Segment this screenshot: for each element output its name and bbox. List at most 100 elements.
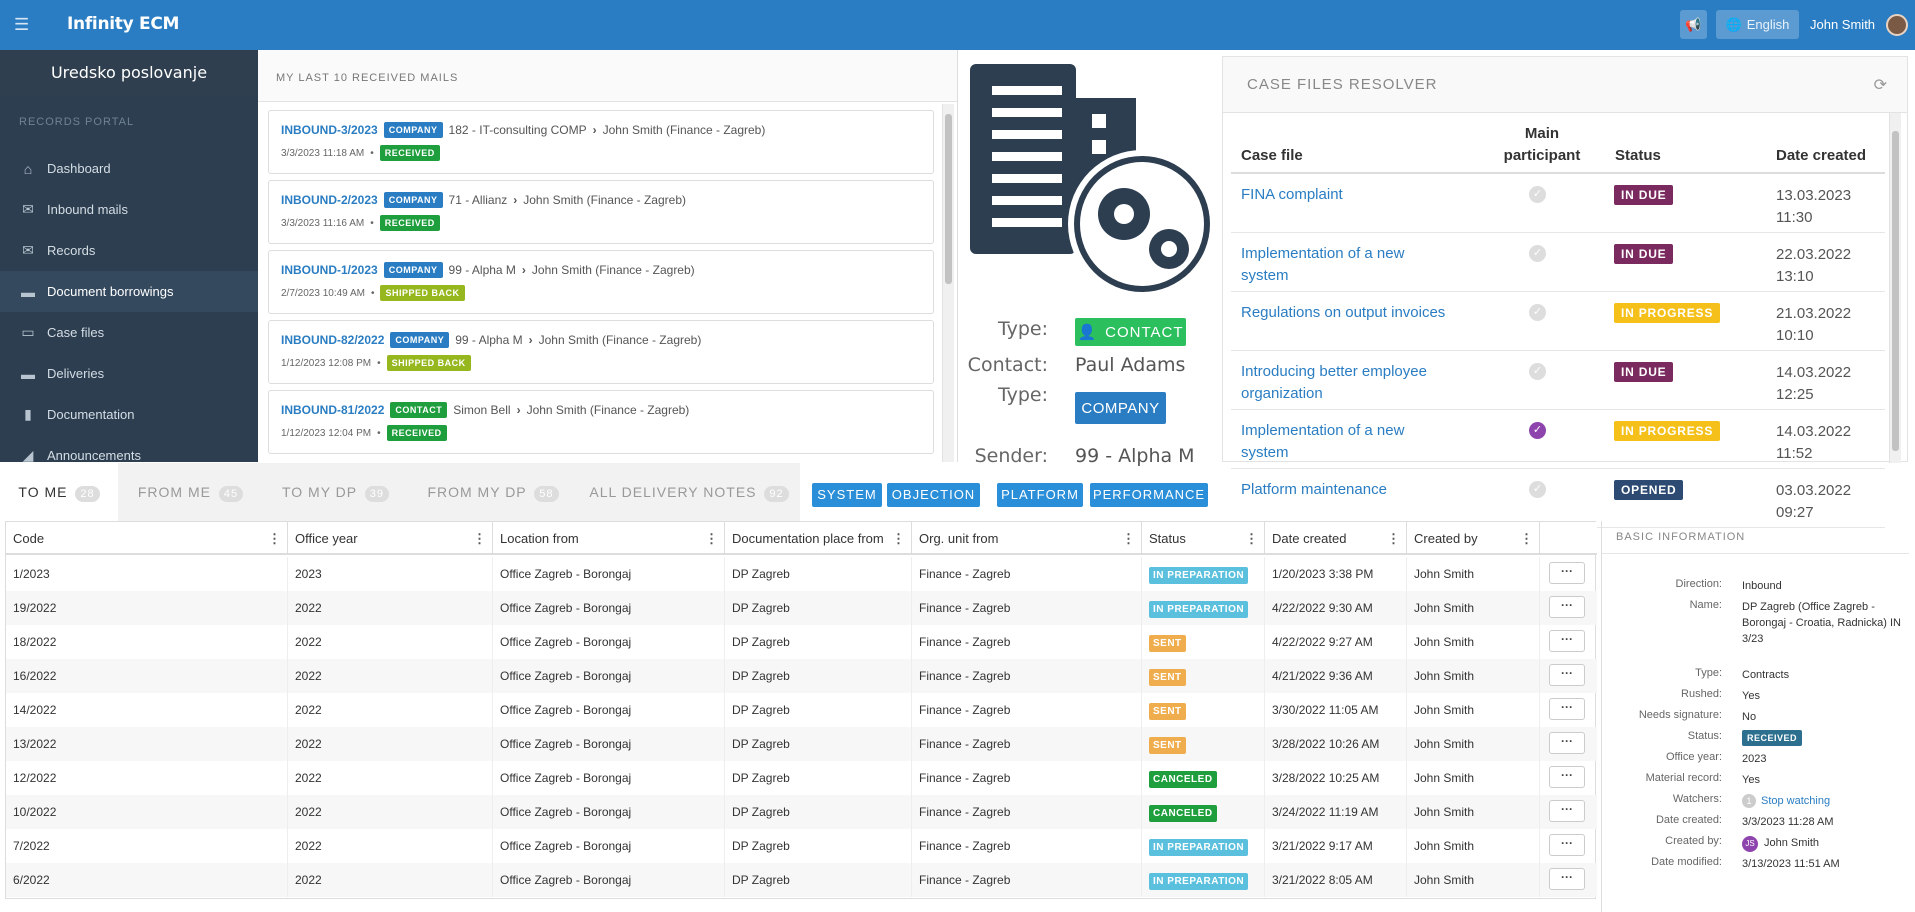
sidebar-item-deliveries[interactable]: ▬ Deliveries: [0, 353, 258, 394]
col-location-from[interactable]: Location from ⋮: [493, 522, 725, 555]
more-actions-button[interactable]: ···: [1549, 800, 1585, 822]
company-type-button[interactable]: COMPANY: [1075, 392, 1166, 424]
tab-count-badge: 39: [364, 486, 390, 502]
sidebar-item-inbound-mails[interactable]: ✉ Inbound mails: [0, 189, 258, 230]
scrollbar-thumb[interactable]: [945, 114, 952, 284]
column-menu-icon[interactable]: ⋮: [473, 522, 486, 555]
column-menu-icon[interactable]: ⋮: [705, 522, 718, 555]
more-actions-button[interactable]: ···: [1549, 698, 1585, 720]
tag-system[interactable]: SYSTEM: [812, 483, 882, 507]
more-actions-button[interactable]: ···: [1549, 834, 1585, 856]
resolver-row[interactable]: Introducing better employee organization…: [1231, 351, 1885, 410]
tab-to-me[interactable]: TO ME 28: [0, 463, 118, 521]
mail-line-1: INBOUND-3/2023 COMPANY 182 - IT-consulting…: [281, 121, 921, 139]
tab-from-my-dp[interactable]: FROM MY DP 58: [408, 463, 578, 521]
case-file-link[interactable]: Introducing better employee organization: [1241, 361, 1451, 405]
announcement-button[interactable]: 📢: [1680, 10, 1707, 39]
col-date-created[interactable]: Date created ⋮: [1265, 522, 1407, 555]
hamburger-menu-icon[interactable]: ☰: [14, 15, 32, 35]
refresh-icon[interactable]: ⟳: [1874, 75, 1887, 95]
more-actions-button[interactable]: ···: [1549, 766, 1585, 788]
sidebar-item-records[interactable]: ✉ Records: [0, 230, 258, 271]
case-file-link[interactable]: Implementation of a new system: [1241, 243, 1451, 287]
tag-objection[interactable]: OBJECTION: [887, 483, 980, 507]
column-menu-icon[interactable]: ⋮: [268, 522, 281, 555]
col-status[interactable]: Status ⋮: [1142, 522, 1265, 555]
mail-code-link[interactable]: INBOUND-2/2023: [281, 193, 378, 207]
mails-scrollbar[interactable]: [942, 104, 954, 462]
mail-item[interactable]: INBOUND-82/2022 COMPANY 99 - Alpha M › John …: [268, 320, 934, 384]
mail-code-link[interactable]: INBOUND-3/2023: [281, 123, 378, 137]
info-value: JS John Smith: [1742, 835, 1902, 852]
mail-item[interactable]: INBOUND-81/2022 CONTACT Simon Bell › John Sm…: [268, 390, 934, 454]
more-actions-button[interactable]: ···: [1549, 664, 1585, 686]
mail-code-link[interactable]: INBOUND-82/2022: [281, 333, 384, 347]
sidebar-item-case-files[interactable]: ▭ Case files: [0, 312, 258, 353]
cell-year: 2022: [288, 863, 493, 897]
table-row[interactable]: 12/2022 2022 Office Zagreb - Borongaj DP Za…: [6, 761, 1597, 795]
table-row[interactable]: 16/2022 2022 Office Zagreb - Borongaj DP Za…: [6, 659, 1597, 693]
mail-item[interactable]: INBOUND-1/2023 COMPANY 99 - Alpha M › John S…: [268, 250, 934, 314]
table-row[interactable]: 19/2022 2022 Office Zagreb - Borongaj DP Za…: [6, 591, 1597, 625]
user-name[interactable]: John Smith: [1810, 17, 1875, 32]
sidebar-item-documentation[interactable]: ▮ Documentation: [0, 394, 258, 435]
mail-code-link[interactable]: INBOUND-81/2022: [281, 403, 384, 417]
resolver-row[interactable]: Regulations on output invoices ✓ IN PROGRE…: [1231, 292, 1885, 351]
info-value: RECEIVED: [1742, 730, 1902, 746]
tab-to-my-dp[interactable]: TO MY DP 39: [263, 463, 408, 521]
date-value: 14.03.2022: [1776, 423, 1852, 440]
resolver-scrollbar[interactable]: [1889, 113, 1901, 463]
table-row[interactable]: 1/2023 2023 Office Zagreb - Borongaj DP Zag…: [6, 557, 1597, 591]
resolver-row[interactable]: FINA complaint ✓ IN DUE 13.03.2023 11:30: [1231, 174, 1885, 233]
brand-logo[interactable]: Infinity ECM: [67, 14, 179, 34]
case-file-link[interactable]: Implementation of a new system: [1241, 420, 1451, 464]
case-file-link[interactable]: Platform maintenance: [1241, 479, 1451, 501]
sidebar-item-dashboard[interactable]: ⌂ Dashboard: [0, 148, 258, 189]
cell-loc: Office Zagreb - Borongaj: [493, 795, 725, 829]
language-button[interactable]: 🌐 English: [1716, 10, 1799, 39]
stop-watching-link[interactable]: Stop watching: [1761, 795, 1830, 807]
table-row[interactable]: 6/2022 2022 Office Zagreb - Borongaj DP Zag…: [6, 863, 1597, 897]
sidebar-item-document-borrowings[interactable]: ▬ Document borrowings: [0, 271, 258, 312]
table-row[interactable]: 14/2022 2022 Office Zagreb - Borongaj DP Za…: [6, 693, 1597, 727]
more-actions-button[interactable]: ···: [1549, 562, 1585, 584]
cell-code: 13/2022: [6, 727, 288, 761]
resolver-row[interactable]: Platform maintenance ✓ OPENED 03.03.2022 09:…: [1231, 469, 1885, 528]
col-code[interactable]: Code ⋮: [6, 522, 288, 555]
column-menu-icon[interactable]: ⋮: [1387, 522, 1400, 555]
col-created-by[interactable]: Created by ⋮: [1407, 522, 1540, 555]
more-actions-button[interactable]: ···: [1549, 732, 1585, 754]
tab-label: FROM MY DP: [427, 484, 527, 500]
resolver-row[interactable]: Implementation of a new system ✓ IN DUE 22.…: [1231, 233, 1885, 292]
tag-performance[interactable]: PERFORMANCE: [1090, 483, 1208, 507]
mail-code-link[interactable]: INBOUND-1/2023: [281, 263, 378, 277]
table-row[interactable]: 10/2022 2022 Office Zagreb - Borongaj DP Za…: [6, 795, 1597, 829]
mail-item[interactable]: INBOUND-2/2023 COMPANY 71 - Allianz › John S…: [268, 180, 934, 244]
resolver-row[interactable]: Implementation of a new system ✓ IN PROGRE…: [1231, 410, 1885, 469]
table-row[interactable]: 7/2022 2022 Office Zagreb - Borongaj DP Zag…: [6, 829, 1597, 863]
col-org-unit-from[interactable]: Org. unit from ⋮: [912, 522, 1142, 555]
more-actions-button[interactable]: ···: [1549, 596, 1585, 618]
status-badge: SENT: [1149, 737, 1186, 754]
scrollbar-thumb[interactable]: [1892, 131, 1899, 451]
case-file-link[interactable]: Regulations on output invoices: [1241, 302, 1451, 324]
more-actions-button[interactable]: ···: [1549, 868, 1585, 890]
more-actions-button[interactable]: ···: [1549, 630, 1585, 652]
mail-item[interactable]: INBOUND-3/2023 COMPANY 182 - IT-consulting…: [268, 110, 934, 174]
tag-platform[interactable]: PLATFORM: [997, 483, 1083, 507]
avatar[interactable]: [1886, 14, 1908, 36]
column-menu-icon[interactable]: ⋮: [1122, 522, 1135, 555]
column-menu-icon[interactable]: ⋮: [1245, 522, 1258, 555]
contact-type-button[interactable]: 👤 CONTACT: [1075, 318, 1186, 346]
tab-from-me[interactable]: FROM ME 45: [118, 463, 263, 521]
case-file-link[interactable]: FINA complaint: [1241, 184, 1451, 206]
cell-org: Finance - Zagreb: [912, 863, 1142, 897]
col-documentation-place-from[interactable]: Documentation place from ⋮: [725, 522, 912, 555]
column-menu-icon[interactable]: ⋮: [1520, 522, 1533, 555]
table-row[interactable]: 13/2022 2022 Office Zagreb - Borongaj DP Za…: [6, 727, 1597, 761]
col-office-year[interactable]: Office year ⋮: [288, 522, 493, 555]
sender-type-badge: CONTACT: [390, 402, 448, 418]
tab-all-delivery-notes[interactable]: ALL DELIVERY NOTES 92: [578, 463, 800, 521]
table-row[interactable]: 18/2022 2022 Office Zagreb - Borongaj DP Za…: [6, 625, 1597, 659]
column-menu-icon[interactable]: ⋮: [892, 522, 905, 555]
